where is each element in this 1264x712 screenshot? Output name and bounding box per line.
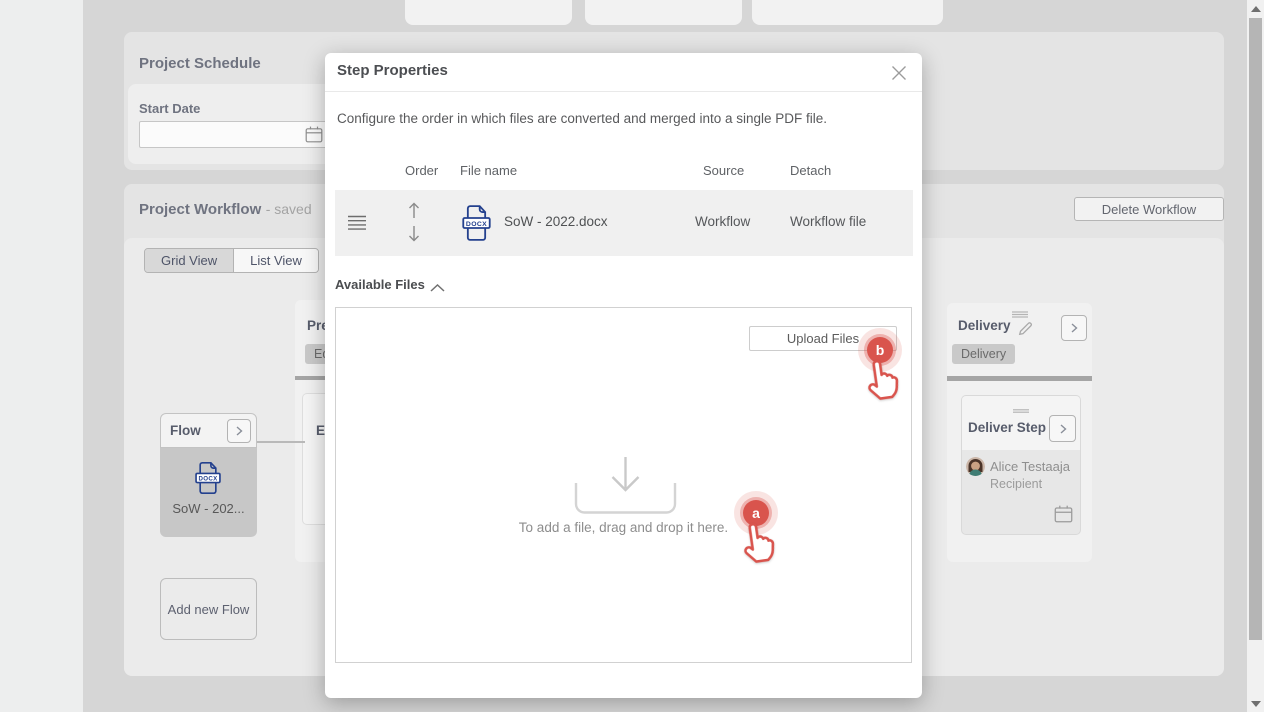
workflow-defined-card: Workflow Defined [405, 0, 572, 25]
add-new-flow-label: Add new Flow [168, 602, 250, 617]
pointer-hand-icon [734, 514, 781, 572]
col-header-file-name: File name [460, 163, 517, 178]
svg-text:DOCX: DOCX [198, 476, 218, 483]
chevron-up-icon[interactable] [429, 280, 446, 298]
delete-workflow-button[interactable]: Delete Workflow [1074, 197, 1224, 221]
edit-step-title: E [316, 423, 325, 438]
dropzone-text[interactable]: To add a file, drag and drop it here. [336, 520, 911, 535]
calendar-icon[interactable] [305, 126, 323, 148]
step-drag-handle-icon[interactable] [1013, 401, 1029, 419]
pointer-hand-icon [858, 351, 905, 409]
chevron-right-icon [1058, 423, 1068, 435]
project-workflow-title-row: Project Workflow - saved [139, 201, 312, 219]
chevron-right-icon [234, 425, 244, 437]
flow-card-body[interactable]: DOCX SoW - 202... [160, 448, 257, 537]
add-new-flow-button[interactable]: Add new Flow [160, 578, 257, 640]
upload-files-label: Upload Files [787, 331, 859, 346]
row-drag-handle-icon[interactable] [348, 215, 366, 236]
available-files-label: Available Files [335, 277, 425, 292]
app-screen: Workflow Defined Files Attached Assign C… [0, 0, 1264, 712]
start-date-input[interactable] [139, 121, 335, 148]
grid-view-label: Grid View [161, 253, 217, 268]
list-view-label: List View [250, 253, 302, 268]
deliver-step-title: Deliver Step [968, 420, 1046, 435]
column-delivery-bar [947, 376, 1092, 381]
assignee-role: Recipient [990, 477, 1042, 491]
modal-title: Step Properties [337, 62, 448, 79]
row-source: Workflow [695, 214, 750, 229]
project-schedule-title: Project Schedule [139, 55, 261, 72]
chevron-right-icon [1069, 322, 1079, 334]
scrollbar-thumb[interactable] [1249, 18, 1262, 640]
row-detach: Workflow file [790, 214, 866, 229]
tab-list-view[interactable]: List View [233, 249, 318, 272]
close-icon[interactable] [891, 65, 907, 86]
col-header-order: Order [405, 163, 438, 178]
flow-connector-line [257, 441, 305, 443]
assignee-name: Alice Testaaja [990, 459, 1070, 474]
col-header-source: Source [703, 163, 744, 178]
calendar-icon[interactable] [1054, 505, 1073, 528]
start-date-label: Start Date [139, 101, 200, 116]
row-file-name: SoW - 2022.docx [504, 214, 608, 229]
edit-pencil-icon[interactable] [1016, 319, 1035, 343]
col-header-detach: Detach [790, 163, 831, 178]
flow-file-label: SoW - 202... [160, 501, 257, 516]
flow-card-header[interactable]: Flow [160, 413, 257, 448]
deliver-step-card[interactable]: Deliver Step Alice Testaaja Recipient [962, 396, 1080, 534]
column-delivery-tag: Delivery [952, 344, 1015, 364]
files-attached-card: Files Attached [585, 0, 742, 25]
deliver-step-expand-button[interactable] [1049, 415, 1076, 442]
available-files-panel: Upload Files To add a file, drag and dro… [335, 307, 912, 663]
delete-workflow-label: Delete Workflow [1102, 202, 1196, 217]
tab-grid-view[interactable]: Grid View [145, 249, 233, 272]
step-properties-modal: Step Properties Configure the order in w… [325, 53, 922, 698]
vertical-scrollbar [1247, 0, 1264, 712]
move-down-icon[interactable] [407, 223, 421, 248]
docx-file-icon: DOCX [194, 461, 222, 500]
avatar [966, 457, 985, 476]
scroll-down-arrow[interactable] [1251, 701, 1261, 707]
docx-file-icon: DOCX [461, 203, 492, 248]
scroll-up-arrow[interactable] [1251, 6, 1261, 12]
assign-collaborators-card: Assign Collaborators [752, 0, 943, 25]
flow-card-title: Flow [170, 423, 201, 438]
modal-description: Configure the order in which files are c… [337, 111, 827, 126]
delivery-expand-button[interactable] [1061, 315, 1087, 341]
workflow-saved-status: - saved [266, 201, 312, 217]
view-toggle: Grid View List View [144, 248, 319, 273]
drop-files-icon [574, 453, 677, 520]
table-row: DOCX SoW - 2022.docx Workflow Workflow f… [335, 190, 913, 256]
project-workflow-title: Project Workflow [139, 201, 261, 218]
left-sidebar [0, 0, 83, 712]
column-delivery-title: Delivery [958, 318, 1011, 333]
svg-text:DOCX: DOCX [466, 221, 487, 228]
flow-expand-button[interactable] [227, 419, 251, 443]
